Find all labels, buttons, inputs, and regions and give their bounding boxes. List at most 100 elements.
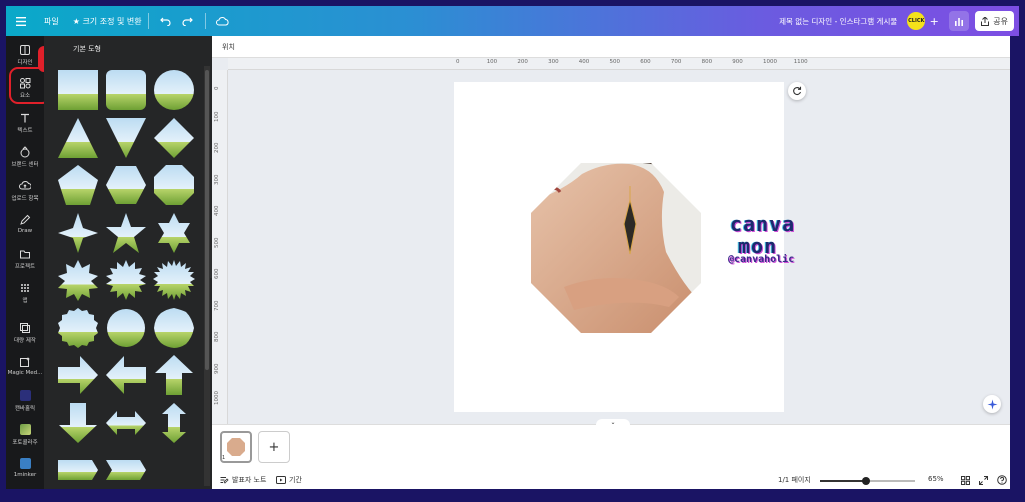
shape-triangle[interactable] [56,116,100,160]
undo-icon[interactable] [155,10,177,32]
shape-down-arrow[interactable] [56,401,100,445]
redo-icon[interactable] [177,10,199,32]
refresh-button[interactable] [788,82,806,100]
shape-octagon[interactable] [152,163,196,207]
ruler-tick-y: 1000 [214,391,220,405]
shape-left-arrow[interactable] [104,353,148,397]
shape-double-chevron-banner[interactable] [104,448,148,492]
rail-item-bulk-create[interactable]: 대량 제작 [6,322,44,344]
zoom-slider-fill [820,480,866,482]
shape-scalloped-circle[interactable] [104,306,148,350]
panel-scrollbar[interactable] [205,70,209,370]
elements-panel: 기본 도형 [44,36,212,489]
shape-four-point-star[interactable] [56,211,100,255]
shape-seal-badge[interactable] [56,306,100,350]
zoom-slider[interactable] [820,477,915,485]
ruler-tick-x: 600 [640,59,651,65]
upload-icon [19,181,31,190]
ruler-tick-y: 600 [214,268,220,280]
shape-right-chevron-banner[interactable] [56,448,100,492]
ruler-tick-y: 900 [214,363,220,374]
rail-item-magic-media[interactable]: Magic Med... [6,356,44,376]
status-bar: 발표자 노트 기간 1/1 페이지 65% [212,472,1010,489]
notes-button[interactable]: 발표자 노트 [220,475,266,485]
handle-text[interactable]: @canvaholic [728,254,794,265]
rail-label: 앱 [22,298,28,304]
rail-label: 대량 제작 [14,338,36,344]
rail-label: 포토콜라주 [12,440,38,446]
shape-up-arrow[interactable] [152,353,196,397]
rail-label: 텍스트 [17,128,33,134]
top-toolbar: 파일 ★ 크기 조정 및 변환 제목 없는 디자인 - 인스타그램 게시물 CL… [6,6,1019,36]
rail-item-apps[interactable]: 앱 [6,282,44,304]
help-icon[interactable] [997,475,1007,485]
toolbar-right: 제목 없는 디자인 - 인스타그램 게시물 CLICK + 공유 [779,6,1019,36]
magic-assistant-button[interactable] [983,395,1001,413]
shape-pentagon[interactable] [56,163,100,207]
rail-label: 1minker [13,472,37,478]
shape-inverted-triangle[interactable] [104,116,148,160]
file-menu[interactable]: 파일 [44,6,59,36]
ruler-tick-x: 900 [732,59,743,65]
ruler-tick-y: 800 [214,331,220,343]
shape-five-point-star[interactable] [104,211,148,255]
rail-item-uploads[interactable]: 업로드 항목 [6,180,44,202]
ruler-tick-x: 300 [548,59,559,65]
shape-hexagon[interactable] [104,163,148,207]
panel-title: 기본 도형 [73,45,101,53]
duration-button[interactable]: 기간 [276,475,302,485]
cloud-save-icon[interactable] [212,10,234,32]
magic-media-icon [20,357,30,367]
rail-item-canvaholic[interactable]: 캔바홀릭 [6,390,44,412]
shape-vertical-double-arrow[interactable] [152,401,196,445]
shape-starburst[interactable] [152,258,196,302]
shape-circle[interactable] [152,68,196,112]
ruler-tick-x: 1000 [763,59,777,65]
shape-right-arrow[interactable] [56,353,100,397]
rail-item-projects[interactable]: 프로젝트 [6,248,44,270]
ruler-tick-x: 400 [578,59,590,65]
rail-label: 브랜드 센터 [11,162,39,168]
portrait-photo-octagon[interactable] [454,82,784,412]
insights-icon[interactable] [949,11,970,31]
ruler-tick-y: 100 [214,111,220,122]
resize-button[interactable]: ★ 크기 조정 및 변환 [73,6,142,36]
rail-item-text[interactable]: 텍스트 [6,112,44,134]
rail-item-photo-collage[interactable]: 포토콜라주 [6,424,44,446]
rail-item-draw[interactable]: Draw [6,214,44,234]
shape-six-point-star[interactable] [152,211,196,255]
position-button[interactable]: 위치 [222,42,235,52]
document-title[interactable]: 제목 없는 디자인 - 인스타그램 게시물 [779,6,897,36]
bulk-create-icon [20,323,30,333]
shape-rounded-rectangle[interactable] [104,68,148,112]
design-page[interactable]: canva mon @canvaholic [454,82,794,412]
page-count[interactable]: 1/1 페이지 [778,475,811,485]
rail-item-1minker[interactable]: 1minker [6,458,44,478]
upload-share-icon [981,16,990,26]
share-label: 공유 [993,16,1008,26]
shape-diamond[interactable] [152,116,196,160]
timer-icon [276,476,286,484]
fullscreen-icon[interactable] [979,476,988,485]
menu-icon[interactable] [10,10,32,32]
shape-twelve-point-star[interactable] [104,258,148,302]
avatar[interactable]: CLICK [907,12,926,30]
share-button[interactable]: 공유 [975,11,1014,31]
ruler-tick-x: 0 [456,59,460,65]
thumbnail-image [227,438,245,456]
shape-double-arrow[interactable] [104,401,148,445]
add-page-button[interactable]: + [258,431,290,463]
grid-view-icon[interactable] [961,476,970,485]
ruler-tick-x: 1100 [793,59,808,65]
zoom-slider-handle[interactable] [861,477,870,485]
chevron-down-icon[interactable]: ⌄ [596,419,630,427]
brand-text-line1[interactable]: canva [730,212,795,236]
shape-rectangle[interactable] [56,68,100,112]
zoom-value[interactable]: 65% [928,475,944,483]
rail-item-brand[interactable]: 브랜드 센터 [6,146,44,168]
shape-eight-point-star[interactable] [56,258,100,302]
text-icon [21,113,29,123]
invite-button[interactable]: + [927,14,941,28]
shape-wavy-circle[interactable] [152,306,196,350]
ruler-tick-x: 800 [701,59,713,65]
